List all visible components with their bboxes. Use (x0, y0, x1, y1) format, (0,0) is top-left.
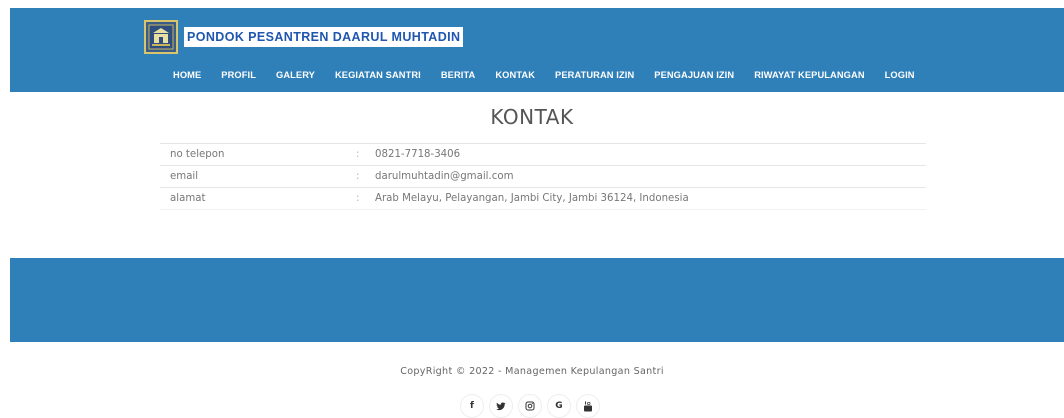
contact-value-email: darulmuhtadin@gmail.com (375, 165, 926, 188)
page-title: KONTAK (490, 105, 574, 129)
site-title: PONDOK PESANTREN DAARUL MUHTADIN (184, 27, 464, 47)
contact-label: no telepon (160, 143, 356, 166)
contact-separator: : (356, 187, 375, 210)
youtube-icon[interactable] (576, 394, 600, 418)
nav-login[interactable]: LOGIN (885, 67, 915, 83)
footer-band (10, 258, 1064, 342)
facebook-icon[interactable]: f (460, 394, 484, 418)
nav-riwayat-kepulangan[interactable]: RIWAYAT KEPULANGAN (754, 67, 864, 83)
contact-table: no telepon : 0821-7718-3406 email : daru… (160, 143, 926, 210)
contact-separator: : (356, 165, 375, 188)
contact-label: alamat (160, 187, 356, 210)
contact-value-phone: 0821-7718-3406 (375, 143, 926, 166)
site-header: PONDOK PESANTREN DAARUL MUHTADIN HOME PR… (10, 8, 1064, 92)
nav-berita[interactable]: BERITA (441, 67, 476, 83)
twitter-icon[interactable] (489, 394, 513, 418)
main-nav: HOME PROFIL GALERY KEGIATAN SANTRI BERIT… (173, 67, 935, 83)
nav-home[interactable]: HOME (173, 67, 201, 83)
contact-row-address: alamat : Arab Melayu, Pelayangan, Jambi … (160, 187, 926, 210)
contact-row-phone: no telepon : 0821-7718-3406 (160, 143, 926, 166)
nav-kontak[interactable]: KONTAK (495, 67, 535, 83)
contact-label: email (160, 165, 356, 188)
nav-profil[interactable]: PROFIL (221, 67, 256, 83)
copyright-text: CopyRight © 2022 - Managemen Kepulangan … (400, 366, 664, 377)
nav-kegiatan-santri[interactable]: KEGIATAN SANTRI (335, 67, 421, 83)
contact-separator: : (356, 143, 375, 166)
social-links: f G (460, 394, 605, 418)
pesantren-emblem-icon (144, 20, 178, 54)
contact-row-email: email : darulmuhtadin@gmail.com (160, 165, 926, 188)
brand[interactable]: PONDOK PESANTREN DAARUL MUHTADIN (144, 20, 464, 54)
nav-pengajuan-izin[interactable]: PENGAJUAN IZIN (654, 67, 734, 83)
nav-peraturan-izin[interactable]: PERATURAN IZIN (555, 67, 634, 83)
google-icon[interactable]: G (547, 394, 571, 418)
nav-galery[interactable]: GALERY (276, 67, 315, 83)
contact-value-address: Arab Melayu, Pelayangan, Jambi City, Jam… (375, 187, 926, 210)
instagram-icon[interactable] (518, 394, 542, 418)
